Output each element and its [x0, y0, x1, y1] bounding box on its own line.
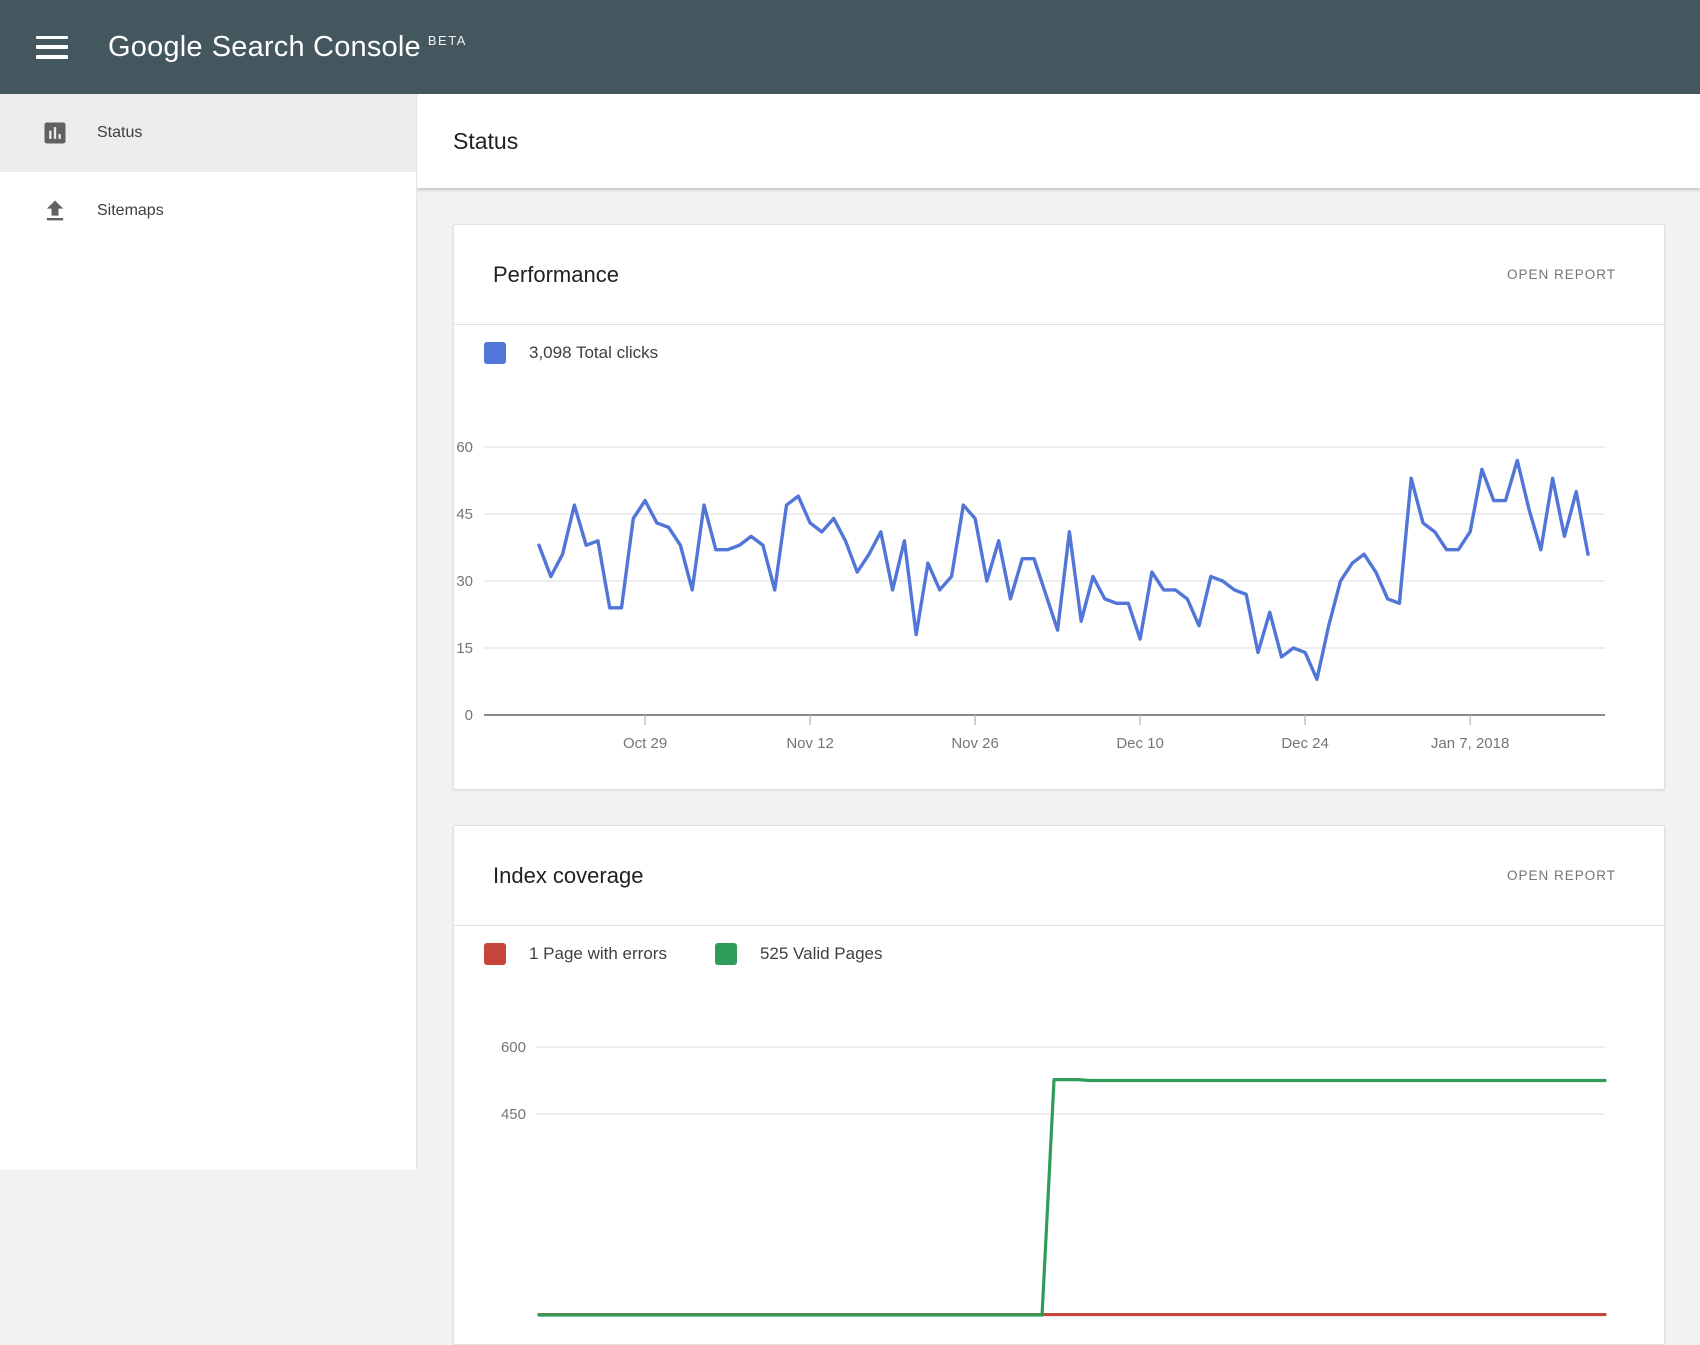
- index-coverage-card: Index coverage OPEN REPORT 1 Page with e…: [453, 825, 1665, 1345]
- svg-text:Jan 7, 2018: Jan 7, 2018: [1431, 735, 1509, 752]
- logo-google: Google: [108, 31, 203, 64]
- page-title: Status: [453, 128, 518, 155]
- index-coverage-chart: 600 450: [454, 826, 1664, 1344]
- svg-text:600: 600: [501, 1039, 526, 1056]
- svg-text:Dec 24: Dec 24: [1281, 735, 1329, 752]
- sidebar-item-status[interactable]: Status: [0, 94, 416, 172]
- menu-icon[interactable]: [36, 36, 68, 59]
- bar-chart-icon: [41, 119, 69, 147]
- index-coverage-line-chart: 600 450: [454, 826, 1664, 1344]
- upload-icon: [41, 197, 69, 225]
- svg-text:30: 30: [456, 573, 473, 590]
- svg-text:Dec 10: Dec 10: [1116, 735, 1164, 752]
- logo-product: Search Console: [212, 31, 421, 64]
- beta-badge: BETA: [428, 33, 467, 48]
- sidebar-item-label: Status: [97, 124, 142, 142]
- svg-text:Nov 12: Nov 12: [786, 735, 834, 752]
- svg-text:15: 15: [456, 640, 473, 657]
- performance-chart: 0 15 30 45 60 Oct 29 Nov 12 Nov 26 Dec 10 Dec 24 J…: [454, 225, 1664, 789]
- sidebar: Status Sitemaps: [0, 94, 417, 1170]
- svg-text:60: 60: [456, 439, 473, 456]
- svg-text:0: 0: [465, 707, 473, 724]
- svg-text:45: 45: [456, 506, 473, 523]
- performance-line-chart: 0 15 30 45 60 Oct 29 Nov 12 Nov 26 Dec 10 Dec 24 J…: [454, 225, 1664, 789]
- svg-text:Nov 26: Nov 26: [951, 735, 999, 752]
- app-header: Google Search Console BETA ?: [0, 0, 1700, 94]
- app-logo: Google Search Console BETA: [108, 31, 467, 64]
- sidebar-item-label: Sitemaps: [97, 202, 164, 220]
- svg-text:Oct 29: Oct 29: [623, 735, 667, 752]
- page-title-bar: Status: [416, 94, 1700, 188]
- performance-card: Performance OPEN REPORT 3,098 Total clic…: [453, 224, 1665, 790]
- svg-text:450: 450: [501, 1106, 526, 1123]
- sidebar-item-sitemaps[interactable]: Sitemaps: [0, 172, 416, 250]
